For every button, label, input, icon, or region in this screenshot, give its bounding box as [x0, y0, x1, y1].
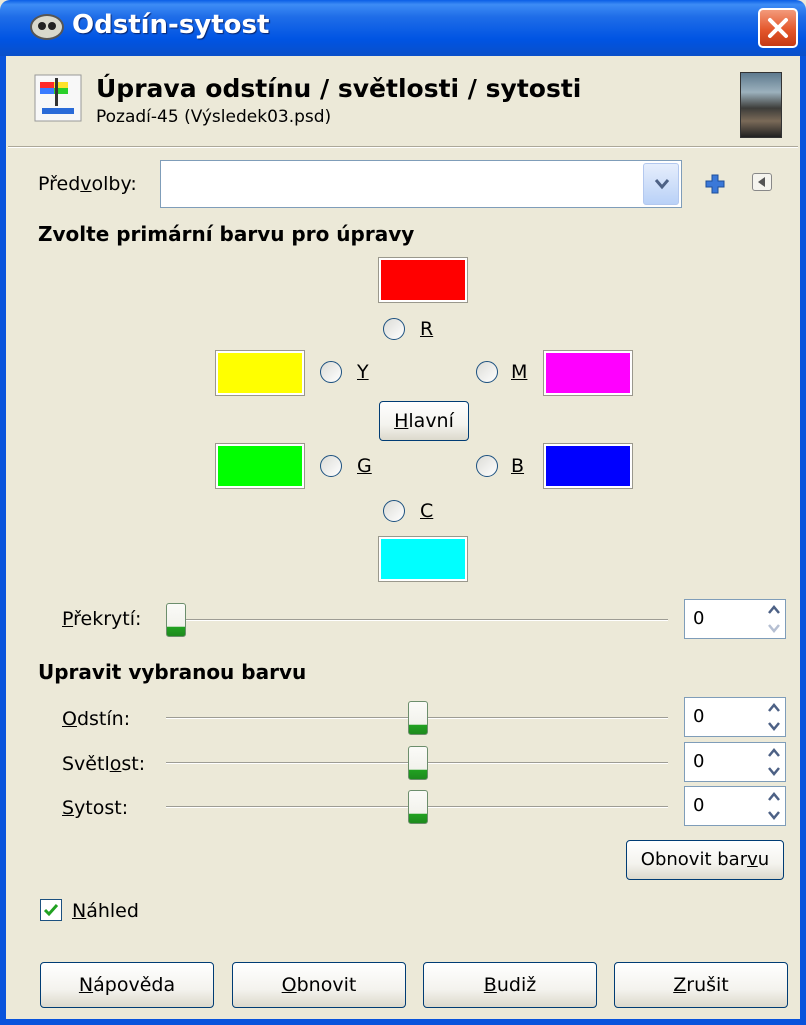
- overlap-slider-handle[interactable]: [166, 603, 186, 637]
- hue-saturation-icon: [34, 74, 82, 122]
- layer-thumbnail: [740, 72, 782, 138]
- preview-checkbox[interactable]: [40, 899, 62, 921]
- swatch-red: [378, 257, 468, 303]
- saturation-label: Sytost:: [62, 797, 129, 819]
- title-bar[interactable]: Odstín-sytost: [0, 0, 806, 56]
- presets-label: Předvolby:: [38, 173, 137, 195]
- reset-button[interactable]: Obnovit: [232, 962, 406, 1008]
- overlap-decrement[interactable]: [764, 619, 784, 637]
- saturation-value: 0: [693, 795, 705, 816]
- radio-blue[interactable]: [476, 455, 498, 477]
- hue-spinbox[interactable]: 0: [684, 697, 786, 737]
- layer-name: Pozadí-45 (Výsledek03.psd): [96, 107, 332, 127]
- arrow-up-icon: [768, 605, 780, 614]
- swatch-yellow: [215, 350, 305, 396]
- radio-yellow-label: Y: [357, 361, 369, 383]
- saturation-decrement[interactable]: [764, 806, 784, 824]
- arrow-down-icon: [768, 767, 780, 776]
- overlap-spinbox[interactable]: 0: [684, 599, 786, 639]
- radio-yellow[interactable]: [320, 361, 342, 383]
- hue-slider-handle[interactable]: [408, 701, 428, 735]
- lightness-increment[interactable]: [764, 744, 784, 762]
- radio-magenta-label: M: [511, 361, 528, 383]
- radio-magenta[interactable]: [476, 361, 498, 383]
- swatch-blue: [543, 443, 633, 489]
- cancel-button[interactable]: Zrušit: [614, 962, 788, 1008]
- overlap-value: 0: [693, 608, 705, 629]
- close-icon: [768, 18, 788, 38]
- arrow-down-icon: [768, 722, 780, 731]
- swatch-green: [215, 443, 305, 489]
- lightness-decrement[interactable]: [764, 762, 784, 780]
- radio-blue-label: B: [511, 455, 525, 477]
- arrow-down-icon: [768, 811, 780, 820]
- adjust-color-heading: Upravit vybranou barvu: [38, 660, 307, 684]
- swatch-cyan: [378, 536, 468, 582]
- help-button[interactable]: Nápověda: [40, 962, 214, 1008]
- master-button[interactable]: Hlavní: [379, 401, 469, 441]
- reset-color-button[interactable]: Obnovit barvu: [626, 840, 784, 880]
- window-frame-right: [800, 56, 806, 1025]
- close-button[interactable]: [758, 8, 798, 48]
- add-preset-icon[interactable]: [705, 174, 725, 194]
- primary-color-heading: Zvolte primární barvu pro úpravy: [38, 222, 415, 246]
- header-divider: [8, 146, 798, 148]
- lightness-slider-handle[interactable]: [408, 746, 428, 780]
- arrow-up-icon: [768, 703, 780, 712]
- radio-red-label: R: [420, 318, 434, 340]
- saturation-spinbox[interactable]: 0: [684, 786, 786, 826]
- window-frame-bottom: [0, 1019, 806, 1025]
- overlap-label: Překrytí:: [62, 608, 142, 630]
- checkmark-icon: [43, 904, 59, 917]
- gimp-icon: [30, 14, 64, 40]
- arrow-up-icon: [768, 792, 780, 801]
- radio-cyan-label: C: [420, 500, 434, 522]
- chevron-down-icon: [654, 179, 670, 190]
- radio-red[interactable]: [383, 318, 405, 340]
- arrow-up-icon: [768, 748, 780, 757]
- presets-combo[interactable]: [160, 160, 682, 208]
- ok-button[interactable]: Budiž: [423, 962, 597, 1008]
- lightness-value: 0: [693, 751, 705, 772]
- preset-menu-icon[interactable]: [752, 173, 772, 191]
- arrow-down-icon: [768, 624, 780, 633]
- preview-label[interactable]: Náhled: [72, 900, 139, 922]
- hue-increment[interactable]: [764, 699, 784, 717]
- window-frame-left: [0, 56, 6, 1025]
- lightness-spinbox[interactable]: 0: [684, 742, 786, 782]
- radio-green[interactable]: [320, 455, 342, 477]
- overlap-slider-track[interactable]: [166, 619, 668, 621]
- hue-label: Odstín:: [62, 708, 131, 730]
- hue-value: 0: [693, 706, 705, 727]
- overlap-increment[interactable]: [764, 601, 784, 619]
- saturation-slider-handle[interactable]: [408, 790, 428, 824]
- window-title: Odstín-sytost: [72, 10, 270, 40]
- radio-green-label: G: [357, 455, 372, 477]
- radio-cyan[interactable]: [383, 500, 405, 522]
- lightness-label: Světlost:: [62, 753, 146, 775]
- hue-decrement[interactable]: [764, 717, 784, 735]
- dialog-heading: Úprava odstínu / světlosti / sytosti: [96, 74, 582, 103]
- presets-dropdown-button[interactable]: [643, 163, 679, 205]
- saturation-increment[interactable]: [764, 788, 784, 806]
- swatch-magenta: [543, 350, 633, 396]
